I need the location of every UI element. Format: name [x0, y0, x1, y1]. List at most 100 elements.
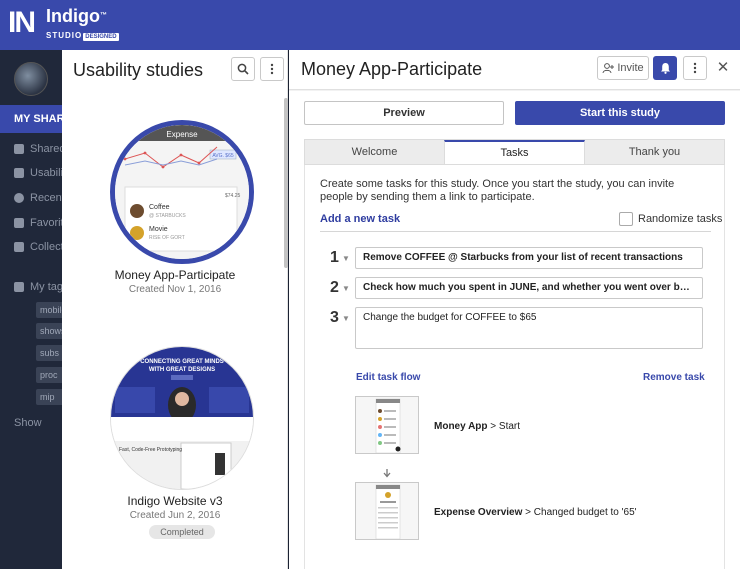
indigo-logo[interactable]: IN Indigo™ STUDIO DESIGNED: [8, 7, 119, 43]
study-header: Money App-Participate Invite ✕: [289, 50, 740, 90]
svg-text:WITH GREAT DESIGNS: WITH GREAT DESIGNS: [149, 367, 215, 373]
task-text-field[interactable]: Remove COFFEE @ Starbucks from your list…: [355, 247, 703, 269]
study-thumbnail[interactable]: Expense AVG. $65 $74.25 Coffee @ STARBUC…: [110, 120, 254, 264]
flow-screen-thumbnail[interactable]: [355, 482, 419, 540]
svg-text:Expense: Expense: [166, 130, 198, 139]
tab-tasks[interactable]: Tasks: [444, 140, 585, 164]
randomize-checkbox[interactable]: [619, 212, 633, 226]
tag-chip[interactable]: proc: [36, 367, 62, 383]
logo-designed: DESIGNED: [83, 33, 119, 41]
status-badge: Completed: [149, 525, 215, 539]
search-icon: [237, 63, 249, 75]
svg-text:CONNECTING GREAT MINDS: CONNECTING GREAT MINDS: [140, 359, 224, 365]
sidebar-item-tags[interactable]: My tags: [14, 281, 62, 293]
edit-task-flow-link[interactable]: Edit task flow: [356, 372, 420, 383]
studies-panel: Usability studies Expense AVG. $65 $74.2…: [62, 50, 288, 569]
notifications-button[interactable]: [653, 56, 677, 80]
vertical-dots-icon: [693, 62, 697, 74]
tasks-panel: Create some tasks for this study. Once y…: [304, 165, 725, 569]
task-number: 3: [330, 309, 339, 326]
tag-chip[interactable]: shows: [36, 323, 62, 339]
sidebar-item-favorites[interactable]: Favorites: [14, 217, 62, 229]
sidebar-item-recent[interactable]: Recent: [14, 192, 62, 204]
remove-task-link[interactable]: Remove task: [643, 372, 705, 383]
study-detail-pane: Money App-Participate Invite ✕ Preview S…: [289, 50, 740, 569]
close-icon: ✕: [716, 59, 730, 76]
logo-mark: IN: [8, 6, 36, 39]
more-options-button[interactable]: [683, 56, 707, 80]
bell-icon: [660, 63, 670, 74]
flow-action: Start: [498, 421, 521, 432]
flow-separator: >: [525, 507, 532, 518]
tag-chip[interactable]: mobile: [36, 302, 62, 318]
chevron-down-icon[interactable]: ▼: [342, 314, 350, 323]
logo-name: Indigo: [46, 6, 100, 26]
studies-scrollbar[interactable]: [284, 98, 288, 268]
tag-chip[interactable]: mip: [36, 389, 62, 405]
clipboard-icon: [14, 168, 24, 178]
task-number: 1: [330, 249, 339, 266]
svg-text:Movie: Movie: [149, 226, 168, 233]
sidebar-item-collections[interactable]: Collections: [14, 241, 62, 253]
tasks-intro: Create some tasks for this study. Once y…: [320, 178, 675, 203]
invite-button[interactable]: Invite: [597, 56, 649, 80]
study-date: Created Nov 1, 2016: [128, 284, 222, 295]
star-icon: [14, 218, 24, 228]
study-thumbnail[interactable]: CONNECTING GREAT MINDS WITH GREAT DESIGN…: [110, 346, 254, 490]
add-person-icon: [602, 62, 615, 73]
svg-text:RISE OF GORT: RISE OF GORT: [149, 235, 185, 241]
search-button[interactable]: [231, 57, 255, 81]
money-app-thumbnail: Expense AVG. $65 $74.25 Coffee @ STARBUC…: [115, 125, 249, 259]
flow-screen-name: Money App: [434, 421, 488, 432]
arrow-down-icon: [382, 468, 392, 481]
randomize-tasks-toggle[interactable]: Randomize tasks: [619, 212, 722, 226]
tag-chip[interactable]: subs: [36, 345, 62, 361]
close-button[interactable]: ✕: [713, 58, 733, 78]
svg-text:Fast, Code-Free Prototyping: Fast, Code-Free Prototyping: [119, 447, 182, 453]
cloud-icon: [14, 144, 24, 154]
studies-title: Usability studies: [73, 60, 204, 80]
chevron-down-icon[interactable]: ▼: [342, 254, 350, 263]
svg-text:Coffee: Coffee: [149, 204, 170, 211]
more-options-button[interactable]: [260, 57, 284, 81]
tag-icon: [14, 282, 24, 292]
flow-screen-thumbnail[interactable]: [355, 396, 419, 454]
add-task-link[interactable]: Add a new task: [320, 213, 400, 225]
flow-separator: >: [490, 421, 497, 432]
randomize-label: Randomize tasks: [638, 213, 723, 225]
money-app-screen-thumbnail: [356, 397, 418, 453]
top-bar: IN Indigo™ STUDIO DESIGNED: [0, 0, 740, 50]
tab-thank-you[interactable]: Thank you: [585, 140, 724, 164]
expense-overview-screen-thumbnail: [356, 483, 418, 539]
clock-icon: [14, 193, 24, 203]
preview-button[interactable]: Preview: [304, 101, 504, 125]
chevron-down-icon[interactable]: ▼: [342, 284, 350, 293]
invite-label: Invite: [617, 62, 644, 74]
study-name[interactable]: Money App-Participate: [62, 268, 288, 282]
sidebar-item-usability[interactable]: Usability studies: [14, 167, 62, 179]
my-shared-header[interactable]: MY SHARED: [0, 105, 62, 133]
folder-icon: [14, 242, 24, 252]
logo-studio: STUDIO: [46, 31, 83, 40]
task-text-field[interactable]: Check how much you spent in JUNE, and wh…: [355, 277, 703, 299]
show-more-link[interactable]: Show: [14, 417, 42, 429]
svg-text:@ STARBUCKS: @ STARBUCKS: [149, 213, 186, 219]
vertical-dots-icon: [270, 63, 274, 75]
indigo-website-thumbnail: CONNECTING GREAT MINDS WITH GREAT DESIGN…: [111, 347, 253, 489]
task-text-field[interactable]: Change the budget for COFFEE to $65: [355, 307, 703, 349]
sidebar-item-shared[interactable]: Shared: [14, 143, 62, 155]
study-content: Preview Start this study Welcome Tasks T…: [289, 91, 740, 569]
flow-step-label: Expense Overview > Changed budget to '65…: [434, 507, 637, 518]
flow-screen-name: Expense Overview: [434, 507, 523, 518]
user-avatar[interactable]: [14, 62, 48, 96]
svg-text:$74.25: $74.25: [225, 193, 241, 199]
divider: [320, 231, 711, 232]
tab-welcome[interactable]: Welcome: [305, 140, 444, 164]
study-name[interactable]: Indigo Website v3: [62, 494, 288, 508]
page-title: Money App-Participate: [301, 59, 483, 79]
study-date: Created Jun 2, 2016: [129, 510, 221, 521]
start-study-button[interactable]: Start this study: [515, 101, 725, 125]
task-number: 2: [330, 279, 339, 296]
study-tabs: Welcome Tasks Thank you: [304, 139, 725, 165]
svg-text:AVG. $65: AVG. $65: [212, 153, 234, 159]
